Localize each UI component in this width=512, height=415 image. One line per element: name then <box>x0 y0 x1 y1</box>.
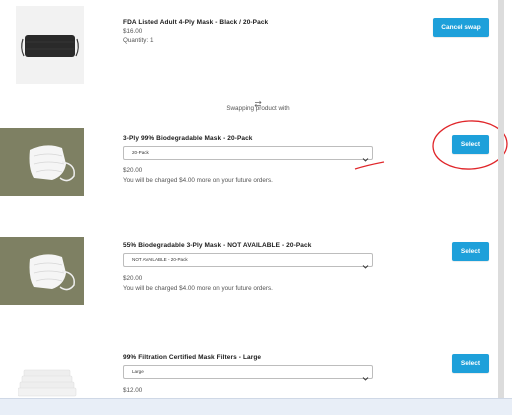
annotation-circle <box>432 120 508 170</box>
annotation-underline <box>354 161 385 170</box>
scrollbar[interactable] <box>498 0 504 398</box>
annotation-overlay <box>354 120 508 170</box>
bottom-bar <box>0 398 512 415</box>
